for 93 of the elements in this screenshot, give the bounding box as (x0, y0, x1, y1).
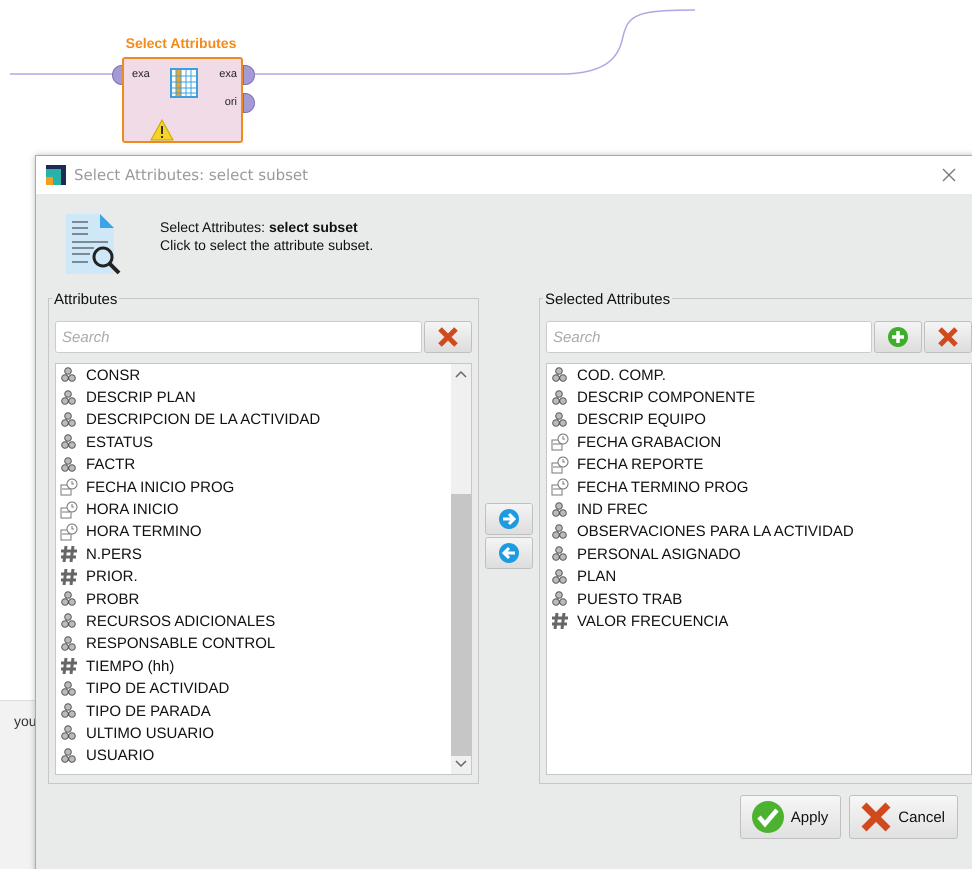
attribute-item[interactable]: HORA INICIO (86, 501, 179, 518)
attribute-item[interactable]: DESCRIP COMPONENTE (577, 389, 756, 406)
nominal-type-icon (551, 524, 569, 540)
operator-title: Select Attributes (124, 35, 238, 51)
attribute-item[interactable]: PLAN (577, 568, 616, 586)
attribute-item[interactable]: VALOR FRECUENCIA (577, 612, 728, 630)
attribute-item[interactable]: TIPO DE PARADA (86, 702, 211, 720)
calendar-clock-icon (60, 522, 78, 541)
attribute-item[interactable]: ULTIMO USUARIO (86, 724, 214, 742)
attribute-item[interactable]: CONSR (86, 366, 140, 384)
port-label: ori (224, 96, 237, 108)
nominal-type-icon (60, 591, 78, 608)
port-label: exa (132, 68, 150, 80)
attribute-item[interactable]: N.PERS (86, 546, 142, 563)
apply-button[interactable]: Apply (740, 795, 842, 839)
nominal-type-icon (60, 748, 78, 764)
nominal-type-icon (60, 613, 78, 630)
remove-selected-button[interactable] (485, 537, 533, 569)
nominal-type-icon (60, 390, 78, 406)
nominal-type-icon (60, 456, 78, 473)
search-field[interactable]: Search (546, 321, 872, 353)
nominal-type-icon (551, 568, 569, 585)
nominal-type-icon (60, 725, 78, 742)
output-port[interactable] (243, 93, 255, 113)
attribute-item[interactable]: DESCRIPCION DE LA ACTIVIDAD (86, 411, 320, 428)
nominal-type-icon (60, 412, 78, 428)
attribute-item[interactable]: OBSERVACIONES PARA LA ACTIVIDAD (577, 523, 854, 540)
output-port[interactable] (243, 65, 255, 85)
attribute-item[interactable]: FECHA INICIO PROG (86, 478, 234, 496)
arrow-left-icon (498, 542, 520, 564)
nominal-type-icon (60, 703, 78, 720)
close-icon[interactable] (942, 168, 956, 182)
nominal-type-icon (551, 390, 569, 406)
calendar-clock-icon (60, 478, 78, 496)
hash-icon (60, 545, 78, 564)
attribute-item[interactable]: COD. COMP. (577, 366, 666, 384)
calendar-clock-icon (551, 433, 569, 452)
attribute-item[interactable]: IND FREC (577, 501, 648, 518)
search-field[interactable]: Search (55, 321, 422, 353)
port-label: exa (219, 68, 237, 80)
nominal-type-icon (551, 367, 569, 384)
dialog-heading: Select Attributes: select subset (160, 219, 359, 235)
attribute-item[interactable]: TIPO DE ACTIVIDAD (86, 680, 230, 698)
attribute-item[interactable]: HORA TERMINO (86, 523, 202, 540)
attribute-item[interactable]: DESCRIP EQUIPO (577, 411, 706, 428)
attribute-item[interactable]: PUESTO TRAB (577, 590, 682, 608)
attribute-item[interactable]: PERSONAL ASIGNADO (577, 546, 741, 563)
attribute-item[interactable]: FACTR (86, 456, 136, 474)
attribute-item[interactable]: USUARIO (86, 747, 154, 764)
attribute-item[interactable]: FECHA REPORTE (577, 456, 704, 474)
cross-icon (860, 801, 892, 833)
calendar-clock-icon (60, 500, 78, 519)
plus-icon (887, 326, 909, 348)
clear-button[interactable] (424, 321, 472, 353)
table-icon (170, 68, 198, 98)
scrollbar-thumb[interactable] (451, 494, 471, 756)
attribute-item[interactable]: RECURSOS ADICIONALES (86, 612, 276, 630)
arrow-right-icon (498, 508, 520, 530)
attribute-item[interactable]: DESCRIP PLAN (86, 389, 196, 406)
hash-icon (60, 657, 78, 676)
attribute-item[interactable]: FECHA TERMINO PROG (577, 478, 748, 496)
hash-icon (551, 612, 569, 630)
nominal-type-icon (60, 680, 78, 697)
attribute-item[interactable]: FECHA GRABACION (577, 434, 722, 451)
attribute-item[interactable]: RESPONSABLE CONTROL (86, 635, 276, 652)
nominal-type-icon (60, 434, 78, 450)
attribute-item[interactable]: PROBR (86, 590, 140, 608)
add-button[interactable] (874, 321, 922, 353)
nominal-type-icon (551, 591, 569, 608)
clear-icon (937, 326, 959, 348)
clear-button[interactable] (924, 321, 972, 353)
dialog-description: Click to select the attribute subset. (160, 237, 374, 253)
app-logo-icon (46, 165, 66, 185)
attribute-item[interactable]: TIEMPO (hh) (86, 658, 174, 675)
add-selected-button[interactable] (485, 503, 533, 535)
calendar-clock-icon (551, 478, 569, 496)
scrollbar[interactable] (451, 364, 471, 774)
attribute-item[interactable]: ESTATUS (86, 434, 153, 451)
operator-node[interactable]: exa exa ori (122, 57, 243, 143)
hash-icon (60, 568, 78, 586)
scroll-up-icon[interactable] (455, 370, 467, 378)
calendar-clock-icon (551, 456, 569, 474)
scroll-down-icon[interactable] (455, 760, 467, 768)
nominal-type-icon (60, 636, 78, 652)
nominal-type-icon (551, 502, 569, 518)
attribute-item[interactable]: PRIOR. (86, 568, 138, 586)
nominal-type-icon (60, 367, 78, 384)
cancel-button[interactable]: Cancel (849, 795, 958, 839)
checkmark-icon (750, 800, 785, 834)
nominal-type-icon (551, 546, 569, 562)
nominal-type-icon (551, 412, 569, 428)
clear-icon (437, 326, 459, 348)
window-title: Select Attributes: select subset (74, 166, 308, 184)
